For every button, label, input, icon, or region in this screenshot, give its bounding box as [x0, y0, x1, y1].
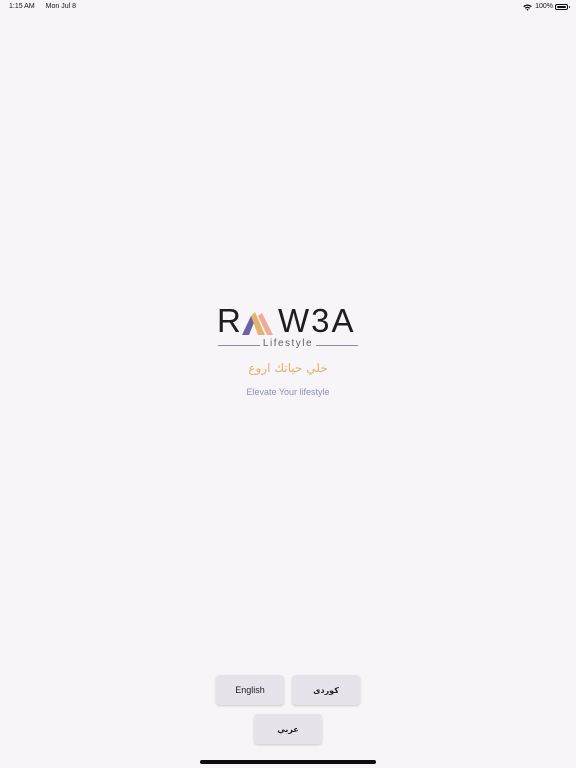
status-date: Mon Jul 8 [45, 3, 76, 10]
status-bar: 1:15 AM Mon Jul 8 100% [0, 0, 576, 14]
status-bar-left: 1:15 AM Mon Jul 8 [9, 0, 85, 14]
logo-a-icon [242, 312, 273, 335]
english-language-button[interactable]: English [216, 675, 284, 705]
slogan-english: Elevate Your lifestyle [246, 387, 330, 397]
status-bar-right: 100% [523, 0, 570, 14]
wifi-icon [523, 4, 532, 11]
battery-percentage: 100% [535, 3, 553, 10]
battery-icon [555, 4, 570, 10]
home-indicator[interactable] [200, 760, 376, 764]
arabic-language-button[interactable]: عربي [254, 714, 322, 744]
slogan-arabic: خلي حياتك اروع [248, 361, 328, 375]
app-logo: R W3A Lifestyle [216, 303, 360, 351]
status-time: 1:15 AM [9, 3, 35, 10]
battery-fill [557, 6, 566, 8]
logo-wordmark-right: W3A [278, 302, 356, 339]
logo-divider-right [316, 345, 358, 346]
kurdish-language-button[interactable]: كوردى [292, 675, 360, 705]
logo-tagline: Lifestyle [262, 338, 314, 349]
